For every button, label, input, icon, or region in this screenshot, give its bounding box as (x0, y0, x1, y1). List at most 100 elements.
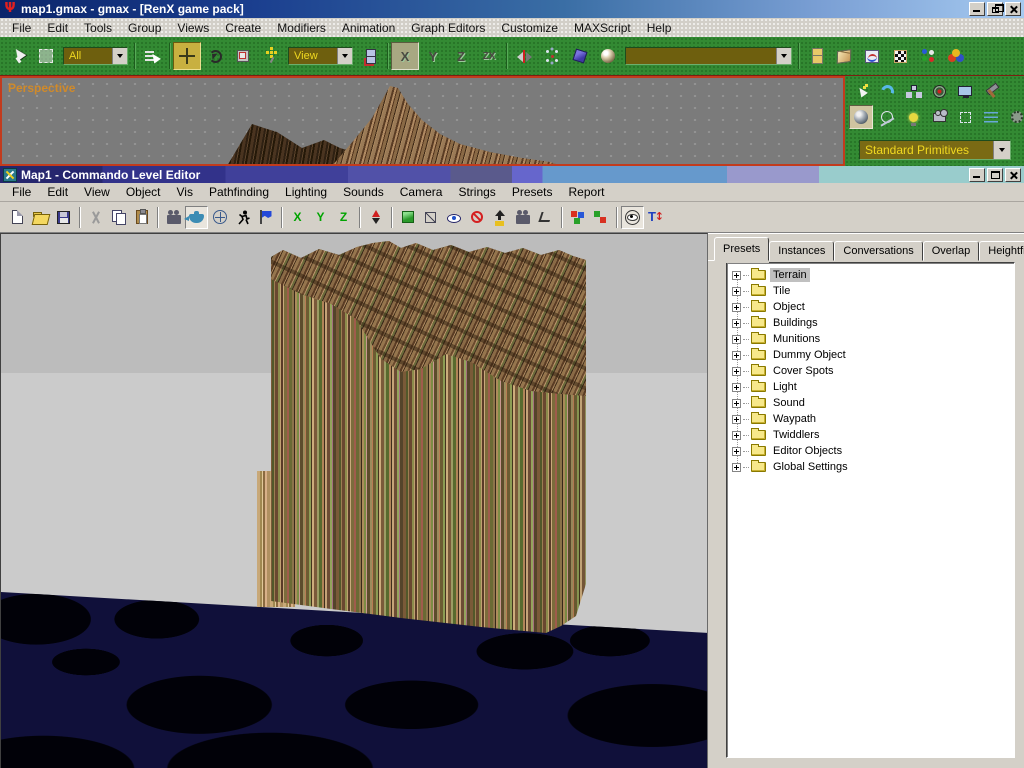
space-warps-button[interactable] (979, 105, 1003, 129)
tab-instances[interactable]: Instances (769, 241, 834, 261)
editor-maximize-button[interactable] (987, 168, 1003, 182)
editor-menu-camera[interactable]: Camera (392, 183, 451, 201)
select-and-manipulate-button[interactable] (257, 42, 285, 70)
tree-item-twiddlers[interactable]: Twiddlers (731, 427, 1012, 443)
walk-mode-button[interactable] (231, 206, 254, 229)
tree-item-label[interactable]: Munitions (770, 332, 823, 346)
editor-menu-lighting[interactable]: Lighting (277, 183, 335, 201)
select-and-rotate-button[interactable] (201, 42, 229, 70)
dropdown-button[interactable] (112, 48, 127, 64)
tree-item-label[interactable]: Global Settings (770, 460, 851, 474)
solid-view-button[interactable] (396, 206, 419, 229)
tree-item-cover-spots[interactable]: Cover Spots (731, 363, 1012, 379)
create-tab[interactable] (849, 79, 873, 103)
expand-plus-icon[interactable] (732, 415, 741, 424)
tree-item-waypath[interactable]: Waypath (731, 411, 1012, 427)
expand-plus-icon[interactable] (732, 287, 741, 296)
axis-y-button[interactable]: Y (309, 206, 332, 229)
lights-button[interactable] (901, 105, 925, 129)
hierarchy-tab[interactable] (901, 79, 925, 103)
select-and-scale-button[interactable] (229, 42, 257, 70)
camera-view-button[interactable] (511, 206, 534, 229)
expand-plus-icon[interactable] (732, 351, 741, 360)
expand-plus-icon[interactable] (732, 319, 741, 328)
editor-menu-vis[interactable]: Vis (169, 183, 201, 201)
copy-button[interactable] (107, 206, 130, 229)
selection-filter-dropdown[interactable]: All (63, 47, 128, 65)
preset-tree[interactable]: Terrain Tile Object (726, 262, 1015, 758)
motion-tab[interactable] (927, 79, 951, 103)
movie-camera-button[interactable] (162, 206, 185, 229)
use-pivot-center-button[interactable] (356, 42, 384, 70)
tree-item-label[interactable]: Waypath (770, 412, 819, 426)
tree-item-object[interactable]: Object (731, 299, 1012, 315)
helpers-button[interactable] (953, 105, 977, 129)
tree-item-label[interactable]: Dummy Object (770, 348, 849, 362)
editor-close-button[interactable] (1005, 168, 1021, 182)
reference-coordinate-dropdown[interactable]: View (288, 47, 353, 65)
expand-plus-icon[interactable] (732, 463, 741, 472)
selection-region-button[interactable] (32, 42, 60, 70)
save-button[interactable] (52, 206, 75, 229)
material-id-button[interactable] (914, 42, 942, 70)
render-view-button[interactable] (185, 206, 208, 229)
tab-conversations[interactable]: Conversations (834, 241, 922, 261)
wireframe-view-button[interactable] (419, 206, 442, 229)
select-button[interactable] (4, 42, 32, 70)
restrict-y-button[interactable]: Y (419, 42, 447, 70)
expand-plus-icon[interactable] (732, 431, 741, 440)
tab-overlap[interactable]: Overlap (923, 241, 980, 261)
align-button[interactable] (566, 42, 594, 70)
tree-item-buildings[interactable]: Buildings (731, 315, 1012, 331)
tree-item-label[interactable]: Object (770, 300, 808, 314)
show-all-button[interactable] (621, 206, 644, 229)
editor-menu-report[interactable]: Report (561, 183, 613, 201)
toggle-visibility-button[interactable] (442, 206, 465, 229)
gmax-menu-graph-editors[interactable]: Graph Editors (403, 19, 493, 37)
tree-item-munitions[interactable]: Munitions (731, 331, 1012, 347)
angle-snap-button[interactable] (534, 206, 557, 229)
gmax-minimize-button[interactable] (969, 2, 985, 16)
gmax-menu-modifiers[interactable]: Modifiers (269, 19, 334, 37)
dropdown-button[interactable] (337, 48, 352, 64)
editor-menu-presets[interactable]: Presets (504, 183, 561, 201)
tree-item-label[interactable]: Sound (770, 396, 808, 410)
dropdown-button[interactable] (776, 48, 791, 64)
expand-plus-icon[interactable] (732, 399, 741, 408)
text-labels-button[interactable] (644, 206, 667, 229)
editor-menu-sounds[interactable]: Sounds (335, 183, 392, 201)
gmax-menu-maxscript[interactable]: MAXScript (566, 19, 639, 37)
curve-editor-button[interactable] (858, 42, 886, 70)
array-button[interactable] (538, 42, 566, 70)
tree-item-terrain[interactable]: Terrain (731, 267, 1012, 283)
gmax-menu-help[interactable]: Help (639, 19, 680, 37)
gmax-menu-animation[interactable]: Animation (334, 19, 403, 37)
gmax-menu-customize[interactable]: Customize (493, 19, 566, 37)
editor-menu-object[interactable]: Object (118, 183, 169, 201)
editor-menu-edit[interactable]: Edit (39, 183, 76, 201)
drop-to-ground-button[interactable] (364, 206, 387, 229)
axis-x-button[interactable]: X (286, 206, 309, 229)
utilities-tab[interactable] (979, 79, 1003, 103)
color-wheel-button[interactable] (942, 42, 970, 70)
editor-minimize-button[interactable] (969, 168, 985, 182)
gmax-perspective-viewport[interactable]: Perspective (0, 76, 845, 166)
disable-button[interactable] (465, 206, 488, 229)
shapes-button[interactable] (875, 105, 899, 129)
gmax-close-button[interactable] (1005, 2, 1021, 16)
tab-heightfield[interactable]: Heightfield (979, 241, 1024, 261)
tree-item-label[interactable]: Tile (770, 284, 793, 298)
gmax-menu-edit[interactable]: Edit (39, 19, 76, 37)
tree-item-tile[interactable]: Tile (731, 283, 1012, 299)
tree-item-label[interactable]: Editor Objects (770, 444, 845, 458)
tree-item-sound[interactable]: Sound (731, 395, 1012, 411)
raise-terrain-button[interactable] (488, 206, 511, 229)
tree-item-label[interactable]: Cover Spots (770, 364, 837, 378)
restrict-x-button[interactable]: X (391, 42, 419, 70)
group-objects-button[interactable] (566, 206, 589, 229)
restrict-plane-button[interactable]: ZX (475, 42, 503, 70)
expand-plus-icon[interactable] (732, 367, 741, 376)
tab-presets[interactable]: Presets (714, 237, 769, 261)
material-editor-button[interactable] (594, 42, 622, 70)
expand-plus-icon[interactable] (732, 335, 741, 344)
